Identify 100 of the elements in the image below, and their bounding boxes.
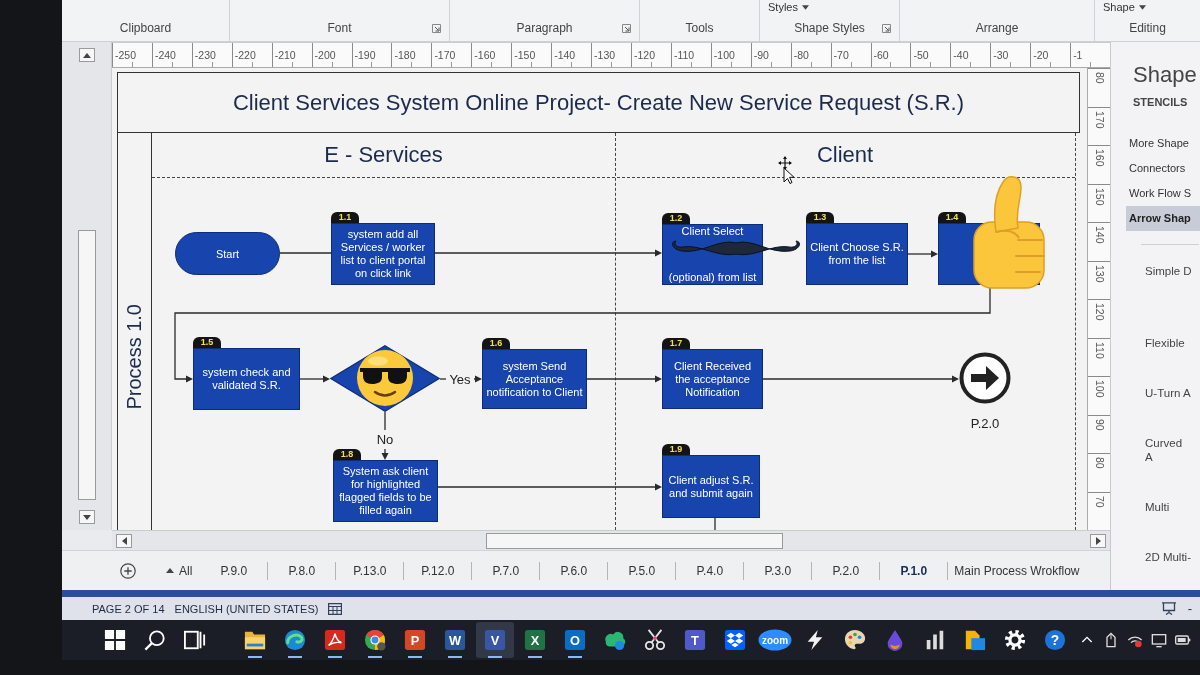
page-tab[interactable]: P.9.0: [200, 561, 269, 580]
page-tab[interactable]: P.3.0: [744, 561, 813, 580]
stencil-shape-label[interactable]: U-Turn A: [1145, 386, 1191, 400]
scroll-up-button[interactable]: [78, 48, 95, 62]
search-icon: [144, 629, 166, 651]
screen-icon: [1151, 632, 1167, 648]
page-tab[interactable]: P.12.0: [404, 561, 473, 580]
add-icon[interactable]: [120, 562, 136, 579]
dialog-launcher-icon[interactable]: [432, 23, 441, 33]
step-number-badge: 1.9: [662, 444, 690, 455]
stencil-item[interactable]: More Shape: [1126, 131, 1200, 156]
scroll-left-button[interactable]: [116, 533, 132, 548]
oval-logo-icon: zoom: [758, 629, 792, 651]
page-tab[interactable]: Main Process Wrokflow: [948, 561, 1086, 580]
connector-line: [384, 411, 386, 431]
scroll-thumb[interactable]: [77, 230, 96, 500]
caret-down-icon: [82, 514, 91, 520]
ribbon-dropdown-button[interactable]: Shape: [1103, 1, 1146, 14]
language-indicator[interactable]: ENGLISH (UNITED STATES): [174, 602, 319, 615]
ribbon-dropdown-button[interactable]: Styles: [768, 1, 809, 14]
stencil-shape-label[interactable]: 2D Multi-: [1145, 550, 1191, 564]
branch-label: No: [376, 432, 394, 447]
battery-icon: [1175, 632, 1191, 648]
connector-line: [279, 252, 332, 254]
letter-tile-icon: W: [444, 629, 466, 651]
dialog-launcher-icon[interactable]: [622, 23, 631, 33]
stencil-item[interactable]: Arrow Shap: [1126, 206, 1200, 231]
letter-tile-icon: V: [484, 629, 506, 651]
presentation-icon[interactable]: [1161, 602, 1176, 615]
pen-icon: [1103, 632, 1119, 648]
taskbar-button[interactable]: ?: [1036, 622, 1074, 658]
step-number-badge: 1.6: [482, 338, 510, 349]
stencil-shape-label[interactable]: Curved A: [1145, 436, 1183, 464]
ribbon-group-label: Font: [327, 21, 352, 35]
letter-tile-icon: O: [564, 629, 586, 651]
panel-title: Shape: [1133, 62, 1197, 88]
caret-up-icon: [166, 568, 174, 573]
page-indicator[interactable]: PAGE 2 OF 14: [92, 602, 165, 615]
caret-down-icon: [1138, 5, 1146, 10]
dialog-launcher-icon[interactable]: [882, 23, 891, 33]
scroll-right-button[interactable]: [1090, 533, 1106, 548]
taskbar-button[interactable]: T: [676, 622, 714, 658]
stencil-item[interactable]: Connectors: [1126, 156, 1200, 181]
page-tab[interactable]: P.7.0: [472, 561, 541, 580]
palette-icon: [844, 629, 866, 651]
bars-icon: [924, 629, 946, 651]
letter-tile-icon: T: [684, 629, 706, 651]
page-tab[interactable]: P.8.0: [268, 561, 337, 580]
page-reference-label: P.2.0: [970, 415, 1000, 431]
page-tab[interactable]: P.6.0: [540, 561, 609, 580]
caret-left-icon: [121, 536, 127, 545]
connector-arrow: [907, 250, 938, 258]
process-text: system check and validated S.R.: [201, 366, 292, 392]
connector-line: [714, 517, 716, 530]
letter-tile-icon: X: [524, 629, 546, 651]
process-text: (optional) from list: [668, 271, 757, 284]
lane-header: E - Services: [324, 142, 443, 168]
stencil-shape-label[interactable]: Simple D: [1145, 264, 1192, 278]
step-number-badge: 1.5: [193, 337, 221, 348]
page-tab[interactable]: P.1.0: [880, 561, 949, 580]
caret-up-icon: [82, 52, 91, 58]
stencil-shape-label[interactable]: Flexible: [1145, 336, 1185, 350]
start-terminator: Start: [175, 232, 280, 275]
page-tab[interactable]: P.5.0: [608, 561, 677, 580]
letter-tile-icon: P: [404, 629, 426, 651]
folder-icon: [244, 629, 266, 651]
table-icon[interactable]: [328, 602, 343, 615]
ribbon-group-label: Shape Styles: [794, 21, 865, 35]
step-number-badge: 1.4: [938, 212, 966, 223]
connector-arrow: [381, 448, 389, 460]
step-number-badge: 1.1: [331, 212, 359, 223]
help-icon: ?: [1044, 629, 1066, 651]
stencil-shape-label[interactable]: Multi: [1145, 500, 1170, 514]
page-tab[interactable]: P.13.0: [336, 561, 405, 580]
ring-ball-icon: [364, 629, 386, 651]
squiggle-tile-icon: [324, 629, 346, 651]
all-pages-button[interactable]: All: [166, 563, 193, 578]
scroll-thumb[interactable]: [486, 532, 783, 549]
step-number-badge: 1.7: [662, 338, 690, 349]
sunglasses-face-icon: [356, 349, 414, 407]
process-text: Client Received the acceptance Notification: [672, 359, 752, 399]
taskbar-button[interactable]: V: [476, 622, 514, 658]
page-tab[interactable]: P.4.0: [676, 561, 745, 580]
stacked-panels-icon: [184, 629, 206, 651]
zoom-out-button[interactable]: -: [1185, 601, 1194, 616]
stencil-item[interactable]: Work Flow S: [1126, 181, 1200, 206]
diamonds-tile-icon: [724, 629, 746, 651]
diagram-title: Client Services System Online Project- Create New Service Request (S.R.): [232, 89, 965, 116]
ribbon-group-label: Arrange: [975, 21, 1019, 35]
branch-label: Yes: [449, 371, 471, 387]
page-tab[interactable]: P.2.0: [812, 561, 881, 580]
connector-line: [439, 378, 447, 380]
process-text: Client Select: [681, 225, 744, 238]
section-heading: STENCILS: [1133, 96, 1188, 109]
process-text: Client Choose S.R. from the list: [810, 241, 904, 267]
ribbon-group-label: Tools: [685, 21, 714, 35]
ribbon-group-label: Editing: [1129, 21, 1166, 35]
process-text: System ask client for highlighted flagged fields to be filled again: [338, 465, 433, 517]
scroll-down-button[interactable]: [78, 510, 95, 524]
process-text: system add all Services / worker list to client portal on click link: [339, 228, 427, 280]
